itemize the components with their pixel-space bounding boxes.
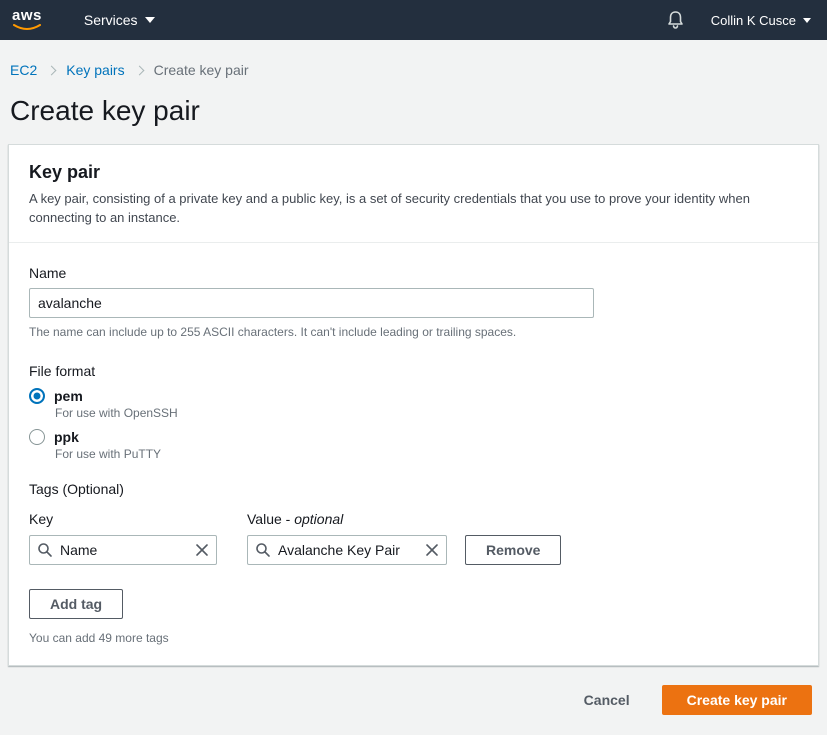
key-pair-form-card: Key pair A key pair, consisting of a pri… — [8, 144, 819, 666]
clear-value-icon[interactable] — [423, 541, 441, 559]
breadcrumb-key-pairs[interactable]: Key pairs — [66, 62, 124, 78]
radio-unselected-icon[interactable] — [29, 429, 45, 445]
top-navigation-bar: aws Services Collin K Cusce — [0, 0, 827, 40]
breadcrumb-chevron-icon — [47, 65, 57, 75]
cancel-button[interactable]: Cancel — [584, 692, 630, 708]
aws-logo[interactable]: aws — [12, 9, 42, 32]
file-format-label: File format — [29, 363, 798, 379]
radio-option-ppk[interactable]: ppk — [29, 429, 798, 445]
tag-key-label: Key — [29, 511, 217, 527]
tags-remaining-hint: You can add 49 more tags — [29, 631, 798, 645]
user-account-menu[interactable]: Collin K Cusce — [711, 13, 811, 28]
aws-logo-text: aws — [12, 9, 42, 23]
tag-value-input[interactable] — [247, 535, 447, 565]
tag-value-column: Value - optional — [247, 511, 447, 565]
add-tag-button[interactable]: Add tag — [29, 589, 123, 619]
radio-ppk-description: For use with PuTTY — [55, 447, 798, 461]
tag-value-label: Value - optional — [247, 511, 447, 527]
card-title: Key pair — [29, 162, 798, 183]
radio-ppk-label: ppk — [54, 429, 79, 445]
breadcrumb: EC2 Key pairs Create key pair — [10, 62, 827, 78]
tag-key-input-wrapper — [29, 535, 217, 565]
card-header: Key pair A key pair, consisting of a pri… — [9, 145, 818, 243]
caret-down-icon — [145, 17, 155, 23]
tag-row: Key — [29, 511, 798, 565]
user-name: Collin K Cusce — [711, 13, 796, 28]
radio-option-pem[interactable]: pem — [29, 388, 798, 404]
radio-pem-label: pem — [54, 388, 83, 404]
name-field-label: Name — [29, 265, 798, 281]
clear-key-icon[interactable] — [193, 541, 211, 559]
services-menu-label: Services — [84, 12, 138, 28]
card-description: A key pair, consisting of a private key … — [29, 189, 798, 227]
tag-key-input[interactable] — [29, 535, 217, 565]
caret-down-icon — [803, 18, 811, 23]
form-actions: Cancel Create key pair — [0, 666, 827, 715]
breadcrumb-ec2[interactable]: EC2 — [10, 62, 37, 78]
tags-section: Tags (Optional) Key — [29, 481, 798, 645]
tag-key-column: Key — [29, 511, 217, 565]
name-field-group: Name The name can include up to 255 ASCI… — [29, 265, 798, 339]
notifications-bell-icon[interactable] — [666, 10, 685, 30]
services-menu[interactable]: Services — [84, 12, 155, 28]
key-pair-name-input[interactable] — [29, 288, 594, 318]
aws-smile-icon — [13, 24, 41, 32]
file-format-group: File format pem For use with OpenSSH ppk… — [29, 363, 798, 461]
page-title: Create key pair — [10, 95, 827, 127]
name-field-hint: The name can include up to 255 ASCII cha… — [29, 325, 798, 339]
remove-tag-button[interactable]: Remove — [465, 535, 561, 565]
breadcrumb-current-page: Create key pair — [154, 62, 249, 78]
create-key-pair-button[interactable]: Create key pair — [662, 685, 812, 715]
radio-pem-description: For use with OpenSSH — [55, 406, 798, 420]
tag-value-input-wrapper — [247, 535, 447, 565]
radio-selected-icon[interactable] — [29, 388, 45, 404]
tags-section-label: Tags (Optional) — [29, 481, 798, 497]
card-body: Name The name can include up to 255 ASCI… — [9, 243, 818, 665]
breadcrumb-chevron-icon — [134, 65, 144, 75]
